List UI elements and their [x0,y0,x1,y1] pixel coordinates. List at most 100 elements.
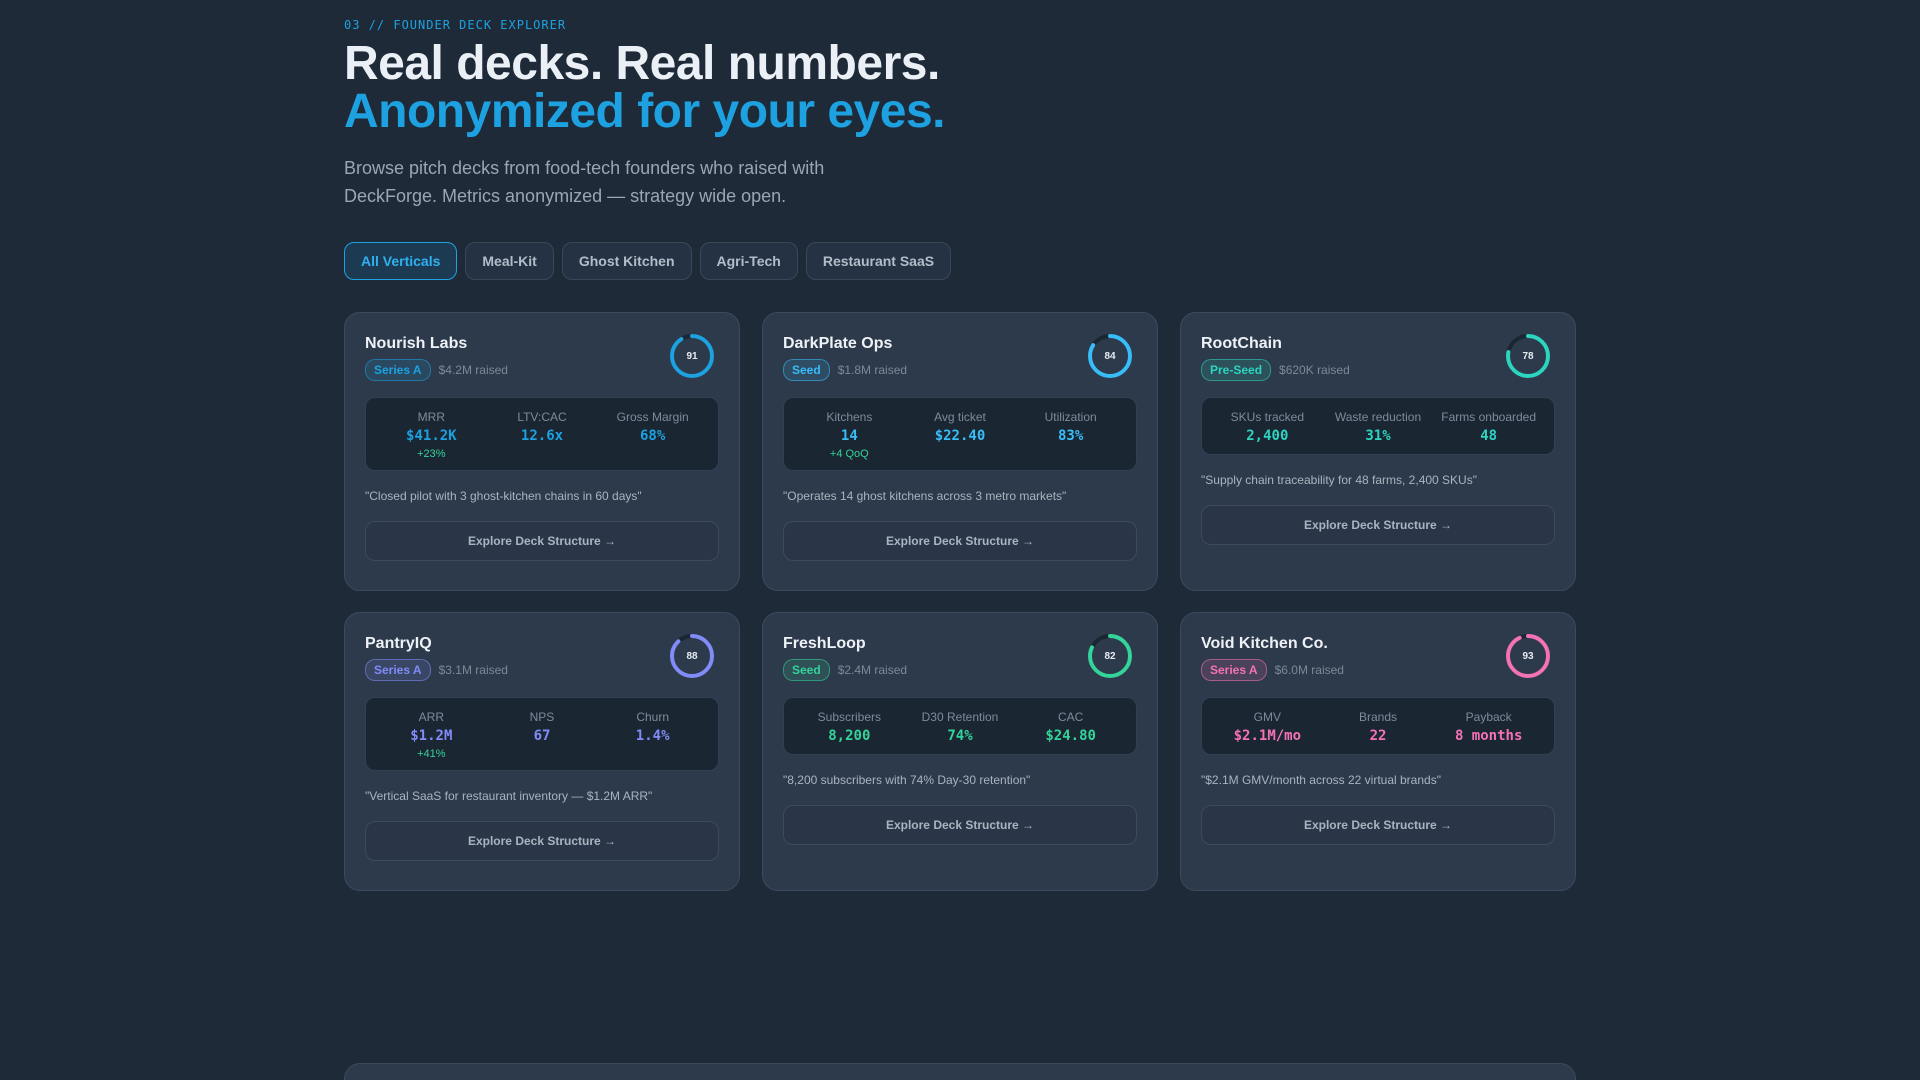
metric: Kitchens 14 +4 QoQ [794,410,905,460]
stage-badge: Pre-Seed [1201,359,1272,381]
metric-label: Payback [1465,710,1512,724]
score-ring: 84 [1087,333,1133,379]
filter-chip-meal-kit[interactable]: Meal-Kit [465,242,554,280]
card-meta: Series A $4.2M raised [365,359,508,381]
explore-deck-button[interactable]: Explore Deck Structure → [1201,505,1555,545]
score-value: 78 [1522,350,1534,362]
filter-chip-restaurant-saas[interactable]: Restaurant SaaS [805,242,952,280]
filter-chip-ghost-kitchen[interactable]: Ghost Kitchen [561,242,692,280]
metrics-panel: SKUs tracked 2,400 Waste reduction 31% F… [1201,397,1555,455]
metric-label: ARR [418,710,444,724]
metric-label: Utilization [1044,410,1097,424]
explore-deck-button[interactable]: Explore Deck Structure → [365,521,719,561]
main-content: 03 // FOUNDER DECK EXPLORER Real decks. … [344,0,1576,891]
company-name: FreshLoop [783,635,866,652]
card-title-block: Void Kitchen Co. Series A $6.0M raised [1201,633,1344,681]
metric-label: CAC [1057,710,1084,724]
metric-delta: +23% [417,448,446,460]
card-meta: Seed $2.4M raised [783,659,907,681]
metric: Farms onboarded 48 [1433,410,1544,444]
metric: Brands 22 [1323,710,1434,744]
filter-chip-agri-tech[interactable]: Agri-Tech [699,242,798,280]
highlight-quote: "Closed pilot with 3 ghost-kitchen chain… [365,489,642,503]
metric-delta: +41% [417,748,446,760]
metric-value: 1.4% [635,728,670,744]
deck-card-rootchain: RootChain Pre-Seed $620K raised 78 SKUs … [1180,312,1576,591]
metric-label: Churn [636,710,669,724]
card-title-block: DarkPlate Ops Seed $1.8M raised [783,333,907,381]
amount-raised: $3.1M raised [438,663,508,677]
stage-badge: Series A [1201,659,1267,681]
score-ring: 91 [669,333,715,379]
amount-raised: $2.4M raised [837,663,908,677]
metric-label: D30 Retention [921,710,999,724]
explore-deck-button[interactable]: Explore Deck Structure → [365,821,719,861]
highlight-quote: "8,200 subscribers with 74% Day-30 reten… [783,773,1031,787]
metric-label: LTV:CAC [517,410,567,424]
metric-value: 74% [947,728,973,744]
metric: SKUs tracked 2,400 [1212,410,1323,444]
metric: D30 Retention 74% [905,710,1016,744]
card-meta: Series A $3.1M raised [365,659,508,681]
score-ring: 93 [1505,633,1551,679]
score-value: 88 [686,650,698,662]
deck-card-darkplate-ops: DarkPlate Ops Seed $1.8M raised 84 Kitch… [762,312,1158,591]
card-title-block: RootChain Pre-Seed $620K raised [1201,333,1350,381]
metric-value: 67 [533,728,551,744]
card-meta: Seed $1.8M raised [783,359,907,381]
metric-value: 8,200 [828,728,871,744]
company-name: RootChain [1201,335,1282,352]
metrics-panel: GMV $2.1M/mo Brands 22 Payback 8 months [1201,697,1555,755]
metric-label: MRR [417,410,445,424]
stage-badge: Series A [365,359,431,381]
filter-chip-all-verticals[interactable]: All Verticals [344,242,458,280]
card-header: DarkPlate Ops Seed $1.8M raised 84 [783,333,1137,381]
metric-value: 22 [1369,728,1387,744]
metric-label: Subscribers [817,710,881,724]
page: 03 // FOUNDER DECK EXPLORER Real decks. … [0,0,1920,1080]
metric: LTV:CAC 12.6x [487,410,598,460]
metric-value: 68% [640,428,666,444]
amount-raised: $1.8M raised [837,363,908,377]
company-name: DarkPlate Ops [783,335,893,352]
metric-value: 8 months [1454,728,1523,744]
metric: NPS 67 [487,710,598,760]
card-meta: Pre-Seed $620K raised [1201,359,1350,381]
score-ring: 78 [1505,333,1551,379]
metric: Churn 1.4% [597,710,708,760]
metric: Subscribers 8,200 [794,710,905,744]
metric-label: Waste reduction [1334,410,1422,424]
card-header: RootChain Pre-Seed $620K raised 78 [1201,333,1555,381]
deck-card-freshloop: FreshLoop Seed $2.4M raised 82 Subscribe… [762,612,1158,891]
explore-deck-button[interactable]: Explore Deck Structure → [1201,805,1555,845]
metric-value: 14 [840,428,858,444]
metric-value: 12.6x [520,428,564,444]
highlight-quote: "Operates 14 ghost kitchens across 3 met… [783,489,1067,503]
deck-card-pantryiq: PantryIQ Series A $3.1M raised 88 ARR $1… [344,612,740,891]
section-eyebrow: 03 // FOUNDER DECK EXPLORER [344,18,567,32]
metric-value: $24.80 [1045,728,1096,744]
card-title-block: FreshLoop Seed $2.4M raised [783,633,907,681]
metrics-panel: Subscribers 8,200 D30 Retention 74% CAC … [783,697,1137,755]
metric-value: $22.40 [934,428,986,444]
metric-label: SKUs tracked [1230,410,1304,424]
amount-raised: $6.0M raised [1274,663,1344,677]
vertical-filter-bar: All Verticals Meal-Kit Ghost Kitchen Agri-T… [344,242,1576,280]
metrics-panel: Kitchens 14 +4 QoQ Avg ticket $22.40 Uti… [783,397,1137,471]
metric-label: Gross Margin [616,410,689,424]
metric-label: NPS [529,710,555,724]
explore-deck-button[interactable]: Explore Deck Structure → [783,521,1137,561]
company-name: Void Kitchen Co. [1201,635,1328,652]
metric: Gross Margin 68% [597,410,708,460]
deck-card-grid: Nourish Labs Series A $4.2M raised 91 MR… [344,312,1576,891]
highlight-quote: "$2.1M GMV/month across 22 virtual brand… [1201,773,1441,787]
deck-card-void-kitchen-co: Void Kitchen Co. Series A $6.0M raised 9… [1180,612,1576,891]
highlight-quote: "Vertical SaaS for restaurant inventory … [365,789,653,803]
metric-label: Kitchens [826,410,873,424]
metric-value: 31% [1365,428,1391,444]
amount-raised: $4.2M raised [438,363,508,377]
score-ring: 88 [669,633,715,679]
score-value: 91 [686,350,698,362]
metrics-panel: ARR $1.2M +41% NPS 67 Churn 1.4% [365,697,719,771]
explore-deck-button[interactable]: Explore Deck Structure → [783,805,1137,845]
